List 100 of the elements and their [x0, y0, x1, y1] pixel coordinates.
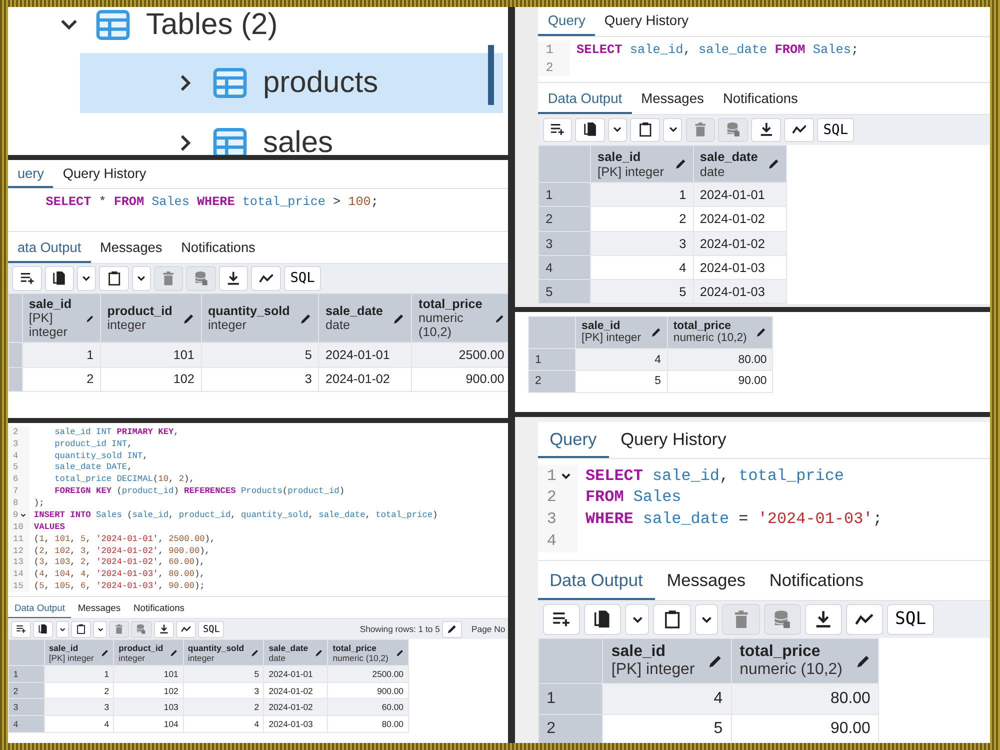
- toolbar-button[interactable]: [804, 604, 842, 635]
- toolbar-button[interactable]: [33, 621, 54, 638]
- pencil-icon: [396, 648, 404, 657]
- line-number: 2: [13, 426, 18, 437]
- toolbar-button[interactable]: [251, 266, 281, 291]
- line-number: 9: [13, 510, 18, 520]
- line-number: 10: [13, 522, 24, 532]
- toolbar-button[interactable]: [10, 621, 32, 638]
- line-number: 11: [13, 534, 24, 544]
- toolbar-button[interactable]: [575, 118, 606, 142]
- tree-item[interactable]: sales: [80, 113, 503, 155]
- tree-item[interactable]: Tables (2): [8, 7, 508, 53]
- tree-item[interactable]: products: [80, 53, 503, 113]
- column-type: [PK] integer: [598, 164, 664, 179]
- toolbar-button[interactable]: [56, 621, 69, 638]
- column-type: date: [268, 652, 287, 663]
- toolbar-button[interactable]: [542, 118, 572, 142]
- line-number: 14: [13, 569, 24, 580]
- pencil-icon: [768, 158, 780, 170]
- tab[interactable]: Query: [538, 7, 595, 36]
- code-line: (4, 104, 4, '2024-01-03', 80.00),: [32, 569, 205, 580]
- toolbar-button[interactable]: [751, 118, 781, 142]
- table-cell: 2: [590, 206, 694, 232]
- download-icon: [226, 271, 241, 286]
- table-cell: 2024-01-02: [318, 367, 412, 392]
- caret-icon: [58, 626, 66, 633]
- toolbar-button[interactable]: [77, 266, 96, 291]
- table-cell: 4: [602, 684, 732, 714]
- tab[interactable]: Data Output: [538, 564, 655, 600]
- tab[interactable]: Query: [538, 422, 609, 458]
- column-name: sale_id: [48, 642, 80, 653]
- scrollbar[interactable]: [488, 45, 494, 105]
- table-cell: 1: [44, 665, 114, 682]
- column-name: sale_date: [325, 304, 383, 318]
- toolbar-button[interactable]: [653, 604, 691, 635]
- tab[interactable]: Messages: [90, 234, 172, 263]
- row-number: 2: [538, 714, 603, 743]
- trash-icon: [693, 122, 708, 138]
- pencil-icon: [101, 648, 110, 657]
- toolbar-button[interactable]: [12, 266, 42, 291]
- row-number: 2: [538, 206, 591, 232]
- row-number: 1: [538, 684, 603, 714]
- toolbar-button[interactable]: SQL: [284, 266, 322, 291]
- toolbar-button[interactable]: [154, 621, 174, 638]
- table-cell: 101: [114, 665, 184, 682]
- table-cell: 101: [100, 342, 202, 368]
- row-number: [8, 342, 22, 368]
- pencil-icon: [251, 648, 260, 657]
- toolbar-button[interactable]: [630, 118, 660, 142]
- tab[interactable]: Notifications: [127, 598, 191, 618]
- tab[interactable]: Notifications: [757, 564, 876, 600]
- toolbar-button[interactable]: SQL: [887, 604, 934, 635]
- line-number: 15: [13, 581, 24, 592]
- tab[interactable]: uery: [8, 160, 54, 188]
- toolbar-button[interactable]: [694, 604, 718, 635]
- toolbar-button[interactable]: [784, 118, 814, 142]
- tab[interactable]: Notifications: [713, 85, 808, 114]
- toolbar-button[interactable]: [542, 604, 580, 635]
- toolbar-button[interactable]: [625, 604, 650, 635]
- clipboard-icon: [76, 624, 86, 634]
- chevron-down-icon[interactable]: [20, 512, 27, 518]
- tab[interactable]: Messages: [654, 564, 758, 600]
- tab[interactable]: Messages: [71, 598, 128, 618]
- code-line: (1, 101, 5, '2024-01-01', 2500.00),: [32, 534, 216, 544]
- tab[interactable]: Query History: [594, 7, 698, 36]
- toolbar-button[interactable]: [132, 266, 151, 291]
- table-cell: 2024-01-03: [264, 716, 328, 733]
- pencil-icon: [756, 327, 767, 338]
- lines-plus-icon: [16, 624, 26, 634]
- toolbar-button[interactable]: SQL: [816, 118, 854, 142]
- toolbar-button[interactable]: [71, 621, 92, 638]
- table-cell: 2500.00: [412, 342, 508, 368]
- toolbar-button[interactable]: [93, 621, 107, 638]
- code-line: (2, 102, 3, '2024-01-02', 900.00),: [32, 546, 210, 556]
- column-type: numeric (10,2): [418, 311, 464, 340]
- column-type: date: [700, 164, 726, 179]
- caret-icon: [96, 626, 104, 633]
- toolbar-button[interactable]: [608, 118, 628, 142]
- download-icon: [758, 122, 774, 138]
- code-line: sale_id INT PRIMARY KEY,: [54, 426, 179, 437]
- toolbar-button[interactable]: [44, 266, 74, 291]
- toolbar-button[interactable]: [99, 266, 129, 291]
- toolbar-button[interactable]: [584, 604, 622, 635]
- tab[interactable]: Query History: [53, 160, 156, 188]
- tab[interactable]: Notifications: [172, 234, 265, 263]
- toolbar-button[interactable]: [176, 621, 196, 638]
- table-cell: 2: [22, 367, 100, 392]
- copy-icon: [593, 610, 612, 629]
- column-name: total_price: [332, 642, 378, 653]
- tab[interactable]: Messages: [632, 85, 714, 114]
- table-cell: 90.00: [667, 370, 773, 392]
- toolbar-button[interactable]: [218, 266, 248, 291]
- tab[interactable]: Query History: [608, 422, 738, 458]
- table-cell: 102: [100, 367, 202, 392]
- toolbar-button[interactable]: [846, 604, 884, 635]
- edit-button[interactable]: [442, 621, 462, 638]
- code-line: FOREIGN KEY (product_id) REFERENCES Products(product_id): [54, 486, 345, 496]
- toolbar-button[interactable]: SQL: [198, 621, 224, 638]
- pencil-icon: [182, 312, 194, 324]
- toolbar-button[interactable]: [663, 118, 682, 142]
